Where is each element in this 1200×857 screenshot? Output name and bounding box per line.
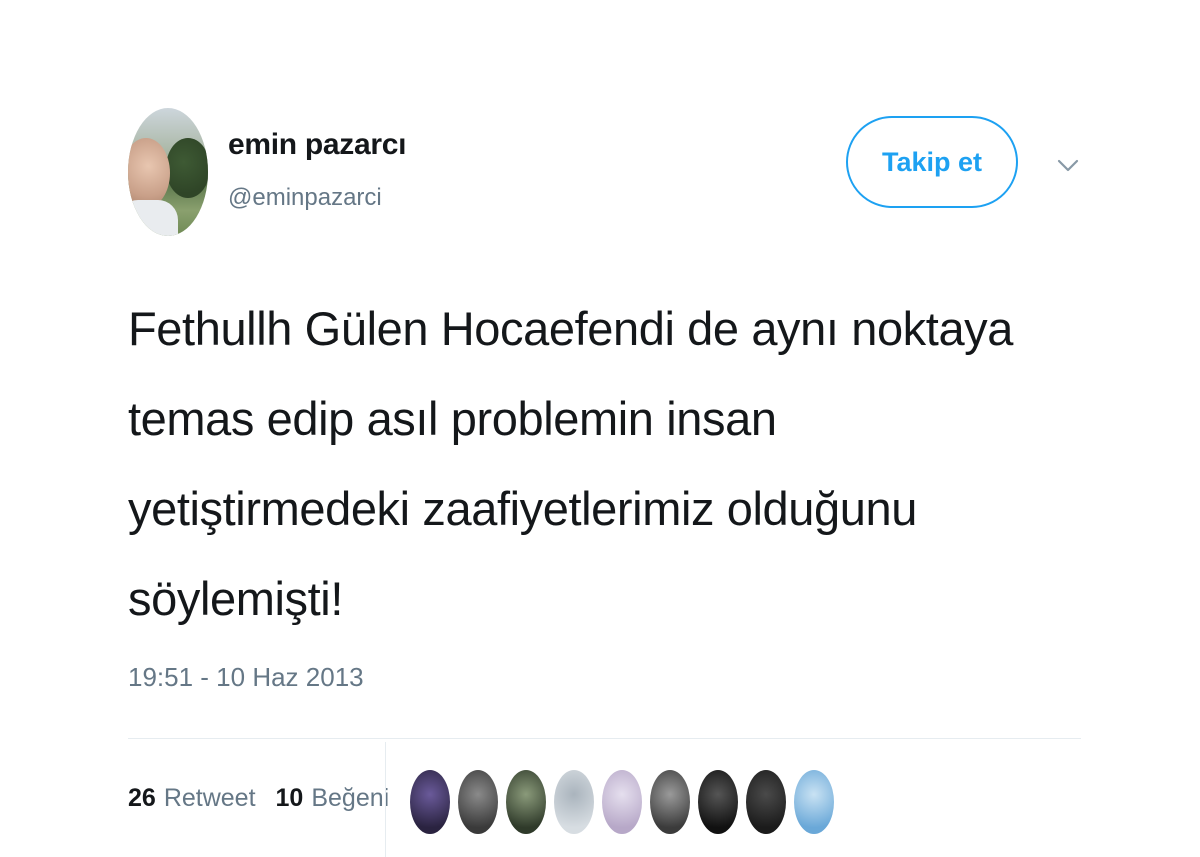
- retweet-stat[interactable]: 26 Retweet: [128, 784, 256, 813]
- retweet-label: Retweet: [163, 784, 256, 812]
- chevron-down-icon[interactable]: [1054, 152, 1082, 180]
- follow-button[interactable]: Takip et: [846, 116, 1018, 208]
- liker-avatar[interactable]: [602, 770, 642, 834]
- liker-avatar[interactable]: [794, 770, 834, 834]
- liker-avatar[interactable]: [554, 770, 594, 834]
- avatar-tree-shape: [166, 138, 208, 198]
- avatar[interactable]: [128, 108, 208, 236]
- tweet-text-line: söylemişti!: [128, 572, 343, 625]
- like-stat[interactable]: 10 Beğeni: [276, 784, 390, 813]
- tweet-card: emin pazarcı @eminpazarci Takip et Fethu…: [0, 0, 1200, 857]
- liker-avatar[interactable]: [698, 770, 738, 834]
- liker-avatar[interactable]: [410, 770, 450, 834]
- liker-avatar[interactable]: [458, 770, 498, 834]
- divider: [128, 738, 1081, 739]
- tweet-stats: 26 Retweet 10 Beğeni: [128, 784, 389, 813]
- liker-avatars: [410, 770, 834, 834]
- like-count: 10: [275, 784, 304, 812]
- retweet-count: 26: [128, 784, 156, 812]
- stats-divider: [385, 742, 386, 857]
- tweet-text: Fethullh Gülen Hocaefendi de aynı noktay…: [128, 284, 1068, 644]
- tweet-timestamp[interactable]: 19:51 - 10 Haz 2013: [128, 662, 364, 693]
- liker-avatar[interactable]: [650, 770, 690, 834]
- user-handle[interactable]: @eminpazarci: [228, 184, 382, 212]
- avatar-shirt-shape: [128, 200, 178, 236]
- liker-avatar[interactable]: [506, 770, 546, 834]
- liker-avatar[interactable]: [746, 770, 786, 834]
- tweet-text-line: temas edip asıl problemin insan: [128, 392, 777, 445]
- tweet-text-line: Fethullh Gülen Hocaefendi de aynı noktay…: [128, 302, 1014, 355]
- avatar-face-shape: [128, 138, 170, 208]
- display-name[interactable]: emin pazarcı: [228, 128, 406, 162]
- like-label: Beğeni: [311, 784, 390, 812]
- tweet-text-line: yetiştirmedeki zaafiyetlerimiz olduğunu: [128, 482, 917, 535]
